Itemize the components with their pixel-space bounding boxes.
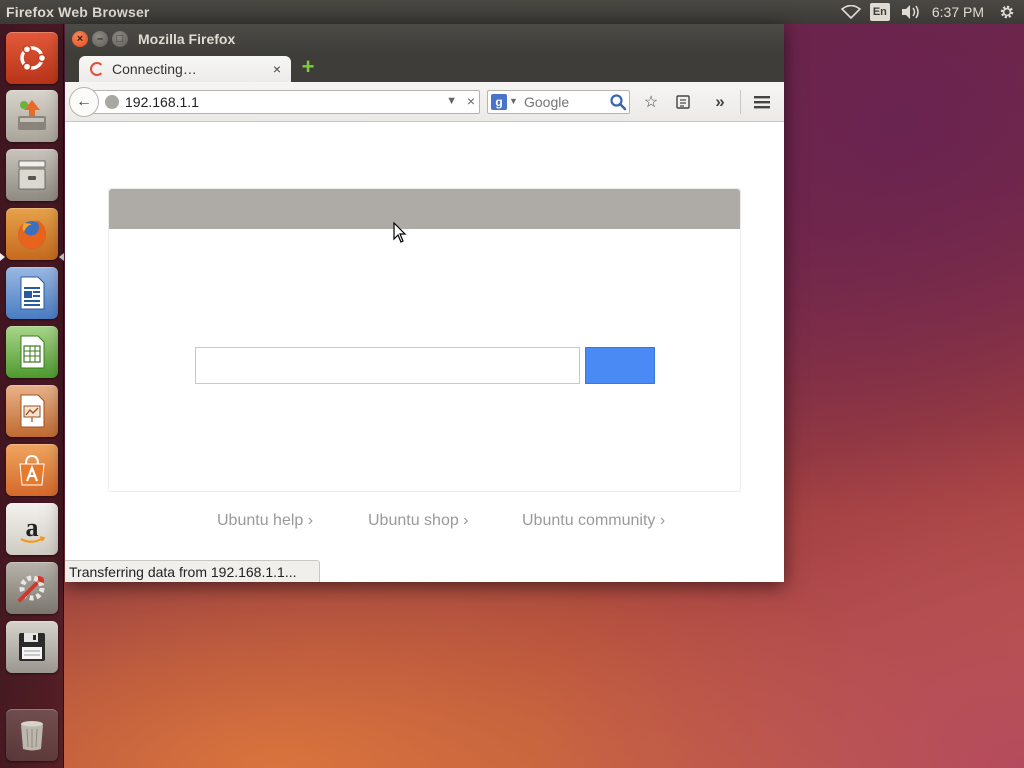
tab-title: Connecting… bbox=[112, 61, 197, 77]
software-center-bag-icon bbox=[19, 454, 45, 486]
launcher-item-software-updater[interactable] bbox=[6, 90, 58, 142]
window-close-button[interactable]: × bbox=[72, 31, 88, 47]
launcher-item-software-center[interactable] bbox=[6, 444, 58, 496]
top-panel: Firefox Web Browser En 6:37 PM bbox=[0, 0, 1024, 24]
writer-document-icon bbox=[20, 276, 45, 310]
firefox-icon bbox=[18, 220, 46, 249]
keyboard-language-indicator[interactable]: En bbox=[869, 3, 890, 21]
launcher-item-system-settings[interactable] bbox=[6, 562, 58, 614]
launcher-item-calc[interactable] bbox=[6, 326, 58, 378]
new-tab-button[interactable]: + bbox=[299, 56, 317, 78]
svg-text:a: a bbox=[26, 513, 39, 542]
tab-close-icon[interactable]: × bbox=[273, 61, 281, 77]
launcher-item-trash[interactable] bbox=[6, 709, 58, 761]
trash-icon bbox=[21, 721, 43, 751]
file-cabinet-icon bbox=[18, 160, 46, 190]
search-icon[interactable] bbox=[609, 93, 627, 111]
mouse-cursor-icon bbox=[393, 222, 407, 243]
search-box[interactable]: g ▼ bbox=[487, 90, 630, 114]
system-tray: En 6:37 PM bbox=[838, 0, 1024, 24]
toolbar-separator bbox=[740, 90, 741, 114]
loading-spinner-icon bbox=[90, 62, 104, 76]
google-engine-icon[interactable]: g bbox=[491, 94, 507, 110]
launcher-item-save[interactable] bbox=[6, 621, 58, 673]
toolbar-overflow-chevron-icon[interactable]: » bbox=[710, 92, 730, 112]
page-search-button[interactable] bbox=[585, 347, 655, 384]
active-indicator-left bbox=[0, 253, 5, 261]
launcher-item-firefox[interactable] bbox=[6, 208, 58, 260]
launcher-item-impress[interactable] bbox=[6, 385, 58, 437]
impress-presentation-icon bbox=[20, 394, 45, 428]
globe-icon bbox=[105, 95, 119, 109]
card-header bbox=[109, 189, 740, 229]
link-ubuntu-help[interactable]: Ubuntu help › bbox=[217, 512, 313, 530]
launcher-item-dash[interactable] bbox=[6, 32, 58, 84]
active-app-title: Firefox Web Browser bbox=[6, 4, 150, 20]
status-bar: Transferring data from 192.168.1.1... bbox=[65, 560, 320, 582]
search-card bbox=[108, 188, 741, 492]
tab-strip: Connecting… × + bbox=[65, 54, 784, 82]
navigation-toolbar: 192.168.1.1 ▼ × ← g ▼ ☆ » bbox=[65, 82, 784, 122]
calc-spreadsheet-icon bbox=[20, 335, 45, 369]
launcher: a bbox=[0, 24, 64, 768]
window-titlebar[interactable]: × – □ Mozilla Firefox bbox=[65, 24, 784, 54]
amazon-icon: a bbox=[20, 513, 46, 543]
bookmarks-list-icon[interactable] bbox=[673, 92, 693, 112]
link-ubuntu-shop[interactable]: Ubuntu shop › bbox=[368, 512, 469, 530]
page-content: Ubuntu help › Ubuntu shop › Ubuntu commu… bbox=[65, 122, 784, 582]
tab-connecting[interactable]: Connecting… × bbox=[79, 56, 291, 82]
search-input[interactable] bbox=[524, 93, 604, 111]
ubuntu-logo-icon bbox=[20, 44, 47, 72]
gear-icon[interactable] bbox=[996, 0, 1018, 24]
active-indicator-right bbox=[59, 253, 64, 261]
url-bar[interactable]: 192.168.1.1 ▼ × bbox=[87, 90, 480, 114]
volume-icon[interactable] bbox=[898, 0, 924, 24]
link-ubuntu-community[interactable]: Ubuntu community › bbox=[522, 512, 665, 530]
footer-links: Ubuntu help › Ubuntu shop › Ubuntu commu… bbox=[65, 512, 784, 534]
back-button[interactable]: ← bbox=[69, 87, 99, 117]
window-maximize-button[interactable]: □ bbox=[112, 31, 128, 47]
launcher-item-files[interactable] bbox=[6, 149, 58, 201]
search-engine-dropdown-icon[interactable]: ▼ bbox=[509, 96, 518, 106]
hamburger-menu-icon[interactable] bbox=[752, 92, 772, 112]
launcher-item-amazon[interactable]: a bbox=[6, 503, 58, 555]
window-minimize-button[interactable]: – bbox=[92, 31, 108, 47]
bookmark-star-icon[interactable]: ☆ bbox=[641, 92, 661, 112]
stop-loading-icon[interactable]: × bbox=[467, 93, 475, 109]
software-updater-icon bbox=[18, 100, 46, 130]
settings-wrench-icon bbox=[18, 575, 45, 602]
window-title: Mozilla Firefox bbox=[138, 31, 236, 47]
clock[interactable]: 6:37 PM bbox=[932, 0, 984, 24]
launcher-item-writer[interactable] bbox=[6, 267, 58, 319]
page-search-input[interactable] bbox=[195, 347, 580, 384]
url-text[interactable]: 192.168.1.1 bbox=[125, 94, 199, 110]
firefox-window: × – □ Mozilla Firefox Connecting… × + 19… bbox=[65, 24, 784, 582]
floppy-disk-icon bbox=[19, 633, 45, 661]
wifi-icon[interactable] bbox=[838, 0, 864, 24]
url-history-dropdown-icon[interactable]: ▼ bbox=[446, 95, 457, 107]
